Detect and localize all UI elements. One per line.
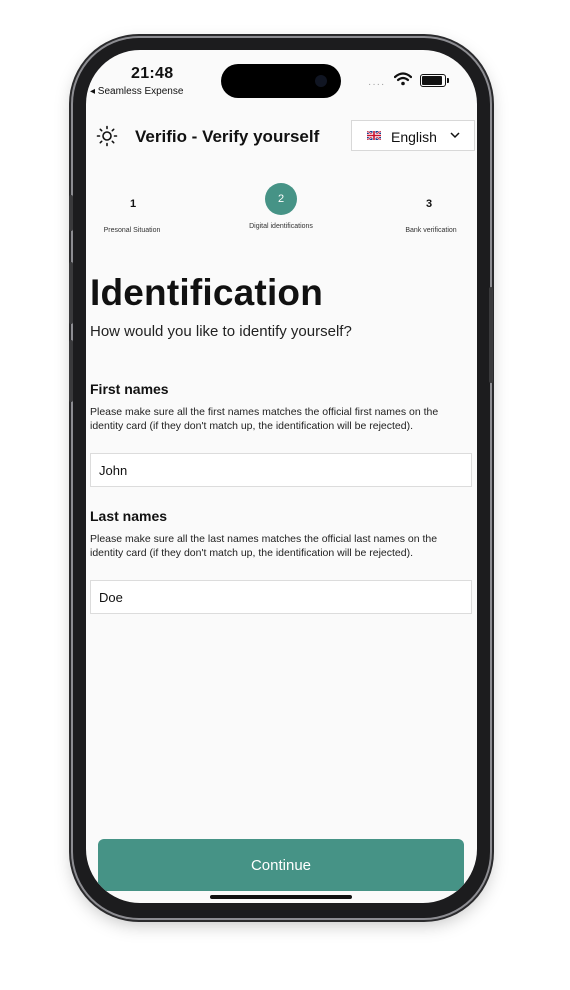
continue-button[interactable]: Continue [98,839,464,891]
back-to-app-link[interactable]: ◂ Seamless Expense [90,86,183,97]
step-2-label: Digital identifications [249,223,313,230]
last-names-input[interactable] [90,580,472,614]
status-time: 21:48 [131,65,174,82]
sun-icon[interactable] [96,125,118,147]
dynamic-island [221,64,341,98]
first-names-input[interactable] [90,453,472,487]
step-1-label: Presonal Situation [103,227,161,234]
phone-action-button [69,195,73,231]
phone-volume-down-button [69,340,73,402]
step-2-active-circle[interactable]: 2 [265,183,297,215]
phone-screen: 21:48 ◂ Seamless Expense ···· Verifio - … [86,50,477,903]
page-title: Identification [90,272,324,313]
step-3-number[interactable]: 3 [426,198,432,210]
last-names-help: Please make sure all the last names matc… [90,533,438,559]
step-1-number[interactable]: 1 [130,198,136,210]
app-header: Verifio - Verify yourself English [86,120,477,152]
cellular-signal-icon: ···· [368,79,386,90]
battery-icon [420,74,449,87]
camera-icon [315,75,327,87]
phone-power-button [489,287,493,383]
last-names-label: Last names [90,508,168,524]
first-names-help: Please make sure all the first names mat… [90,406,439,432]
language-select[interactable]: English [351,120,475,151]
page-subtitle: How would you like to identify yourself? [90,323,352,340]
chevron-down-icon [450,132,460,139]
phone-volume-up-button [69,262,73,324]
step-3-label: Bank verification [405,227,457,234]
first-names-label: First names [90,381,169,397]
language-label: English [391,129,437,145]
home-indicator [210,895,352,899]
wifi-icon [394,72,412,86]
app-title: Verifio - Verify yourself [135,127,320,146]
uk-flag-icon [367,131,381,140]
